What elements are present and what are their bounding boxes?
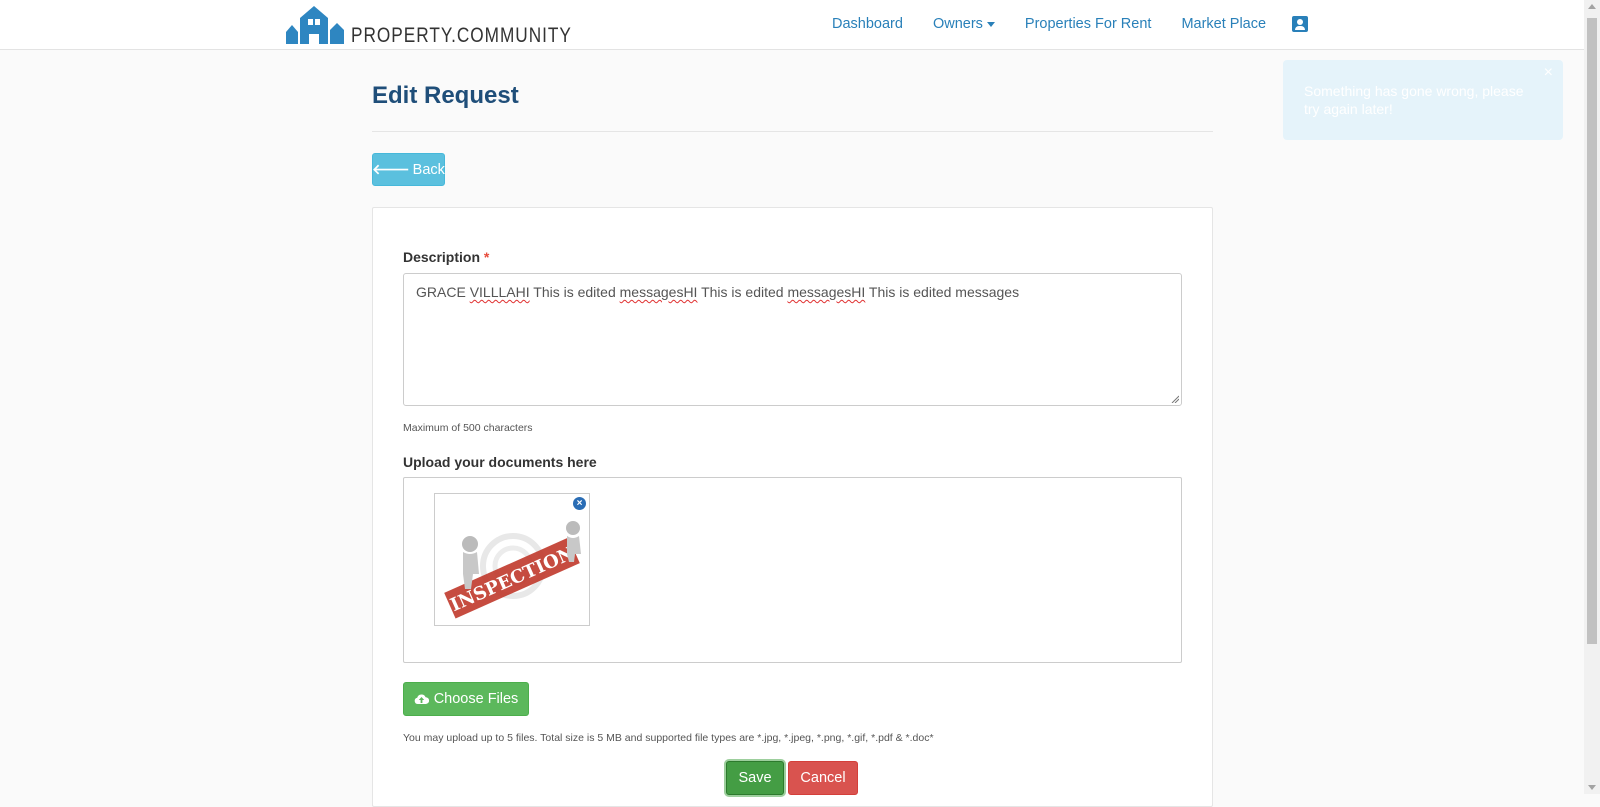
back-button[interactable]: 🡐 Back <box>372 153 445 186</box>
close-icon[interactable]: × <box>1544 64 1553 82</box>
upload-label: Upload your documents here <box>403 454 597 470</box>
choose-files-button[interactable]: Choose Files <box>403 682 529 716</box>
nav-owners-label: Owners <box>932 16 983 32</box>
nav-properties-for-rent[interactable]: Properties For Rent <box>1025 16 1152 32</box>
error-toast: × Something has gone wrong, please try a… <box>1283 60 1563 140</box>
remove-file-icon[interactable]: × <box>573 497 586 510</box>
upload-help: You may upload up to 5 files. Total size… <box>403 732 934 744</box>
desc-part-0: GRACE <box>416 284 470 300</box>
back-button-label: Back <box>412 161 445 178</box>
save-button[interactable]: Save <box>726 761 784 795</box>
arrow-left-icon: 🡐 <box>372 161 410 177</box>
house-logo-icon <box>286 6 344 44</box>
description-textarea[interactable]: GRACE VILLLAHI This is edited messagesHI… <box>403 273 1182 406</box>
scrollbar-thumb[interactable] <box>1587 18 1597 644</box>
inspection-image: INSPECTION <box>435 494 589 625</box>
description-label: Description * <box>403 249 489 265</box>
toast-message: Something has gone wrong, please try aga… <box>1304 83 1524 117</box>
desc-part-3: messagesHI <box>619 284 698 300</box>
resize-handle-icon[interactable] <box>1171 395 1179 403</box>
choose-files-label: Choose Files <box>433 691 519 707</box>
desc-part-1: VILLLAHI <box>469 284 530 300</box>
nav-dashboard[interactable]: Dashboard <box>832 16 903 32</box>
uploaded-file-preview: INSPECTION <box>434 493 590 626</box>
profile-card-icon[interactable] <box>1292 16 1309 32</box>
required-marker: * <box>483 249 490 265</box>
main-nav: Dashboard Owners Properties For Rent Mar… <box>832 16 1309 32</box>
desc-part-2: This is edited <box>529 284 620 300</box>
scroll-down-arrow-icon[interactable] <box>1588 785 1596 790</box>
vertical-scrollbar[interactable] <box>1584 0 1600 794</box>
desc-part-5: messagesHI <box>787 284 866 300</box>
desc-part-4: This is edited <box>697 284 788 300</box>
caret-down-icon <box>986 21 995 27</box>
nav-market-place[interactable]: Market Place <box>1181 16 1266 32</box>
page-title: Edit Request <box>372 82 519 109</box>
description-label-text: Description <box>403 249 481 265</box>
title-divider <box>372 131 1213 132</box>
nav-owners-dropdown[interactable]: Owners <box>933 16 995 32</box>
cancel-button[interactable]: Cancel <box>788 761 858 795</box>
cloud-upload-icon <box>414 694 429 704</box>
top-navbar: PROPERTY.COMMUNITY Dashboard Owners Prop… <box>0 0 1584 50</box>
logo-text: PROPERTY.COMMUNITY <box>351 24 572 47</box>
desc-part-6: This is edited messages <box>865 284 1020 300</box>
scroll-up-arrow-icon[interactable] <box>1588 4 1596 9</box>
description-help: Maximum of 500 characters <box>403 422 533 434</box>
